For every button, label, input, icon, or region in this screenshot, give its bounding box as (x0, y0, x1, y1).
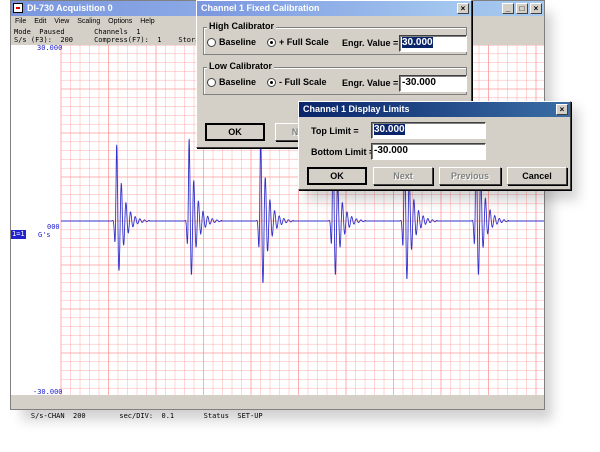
high-fullscale-radio[interactable] (267, 38, 276, 47)
bottom-limit-input[interactable]: -30.000 (371, 143, 486, 160)
menu-options[interactable]: Options (108, 18, 132, 25)
y-mid-label: 000 (47, 223, 60, 231)
low-baseline-label: Baseline (219, 77, 257, 87)
bottom-limit-value: -30.000 (374, 145, 408, 156)
high-engr-value: 30.000 (402, 37, 433, 48)
limits-previous-button[interactable]: Previous (439, 167, 501, 185)
low-engr-value: -30.000 (402, 77, 436, 88)
calibration-titlebar[interactable]: Channel 1 Fixed Calibration × (197, 1, 471, 16)
limits-cancel-button[interactable]: Cancel (507, 167, 567, 185)
calibration-ok-button[interactable]: OK (205, 123, 265, 141)
limits-title: Channel 1 Display Limits (303, 104, 410, 114)
minimize-button[interactable]: _ (502, 3, 514, 14)
limits-close-button[interactable]: × (556, 104, 568, 115)
menu-scaling[interactable]: Scaling (77, 18, 100, 25)
high-baseline-label: Baseline (219, 37, 257, 47)
limits-next-button[interactable]: Next (373, 167, 433, 185)
menu-edit[interactable]: Edit (34, 18, 46, 25)
limits-ok-button[interactable]: OK (307, 167, 367, 185)
close-button[interactable]: × (530, 3, 542, 14)
top-limit-label: Top Limit = (311, 126, 359, 136)
high-fullscale-label: + Full Scale (279, 37, 329, 47)
low-engr-value-input[interactable]: -30.000 (399, 75, 467, 92)
maximize-button[interactable]: □ (516, 3, 528, 14)
bottom-status-bar: S/s-CHAN 200 sec/DIV: 0.1 Status SET-UP (11, 395, 544, 420)
low-engr-label: Engr. Value = (342, 78, 399, 88)
low-calibrator-title: Low Calibrator (207, 61, 275, 71)
menu-file[interactable]: File (15, 18, 26, 25)
unit-label: G's (38, 231, 51, 239)
bottom-limit-label: Bottom Limit = (311, 147, 375, 157)
menu-view[interactable]: View (54, 18, 69, 25)
high-engr-value-input[interactable]: 30.000 (399, 35, 467, 52)
low-fullscale-radio[interactable] (267, 78, 276, 87)
top-limit-input[interactable]: 30.000 (371, 122, 486, 139)
menu-help[interactable]: Help (140, 18, 154, 25)
app-icon (13, 3, 23, 13)
main-title: DI-730 Acquisition 0 (27, 3, 113, 13)
calibration-close-button[interactable]: × (457, 3, 469, 14)
limits-titlebar[interactable]: Channel 1 Display Limits × (299, 102, 570, 117)
channel-tag[interactable]: 1=1 (11, 230, 26, 239)
status-line-1: Mode Paused Channels 1 (14, 28, 141, 36)
high-calibrator-title: High Calibrator (207, 21, 277, 31)
calibration-title: Channel 1 Fixed Calibration (201, 3, 320, 13)
low-baseline-radio[interactable] (207, 78, 216, 87)
low-fullscale-label: - Full Scale (279, 77, 327, 87)
status-line-2: S/s (F3): 200 Compress(F7): 1 Stora (14, 36, 200, 44)
high-baseline-radio[interactable] (207, 38, 216, 47)
high-engr-label: Engr. Value = (342, 38, 399, 48)
bottom-status-text: S/s-CHAN 200 sec/DIV: 0.1 Status SET-UP (30, 412, 263, 420)
y-top-label: 30.000 (37, 44, 63, 52)
top-limit-value: 30.000 (374, 124, 405, 135)
display-limits-dialog: Channel 1 Display Limits × Top Limit = 3… (298, 101, 571, 190)
